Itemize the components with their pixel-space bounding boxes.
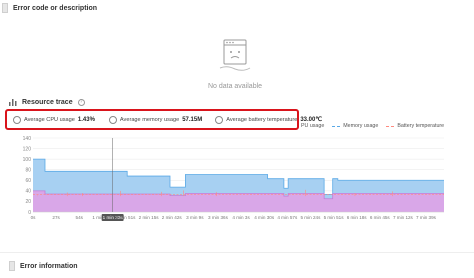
avg-memory-value: 57.15M (182, 116, 203, 123)
x-tick-label: 3 min 9s (186, 215, 204, 220)
average-metrics-panel: Average CPU usage 1.43% Average memory u… (5, 109, 322, 130)
x-tick-label: 5 min 51s (324, 215, 345, 220)
x-tick-label: 3 min 36s (208, 215, 229, 220)
x-tick-label: 6 min 45s (370, 215, 391, 220)
legend-item-memory[interactable]: Memory usage (332, 123, 378, 129)
error-code-section-header: Error code or description (2, 3, 97, 13)
x-tick-label: 0s (31, 215, 37, 220)
resource-trace-chart[interactable]: 0204060801001201400s27s54s1 min 21s1 min… (0, 134, 474, 230)
y-tick-label: 20 (25, 199, 31, 205)
x-tick-label: 1 min 51s (116, 215, 137, 220)
y-tick-label: 60 (25, 178, 31, 184)
empty-state-text: No data available (207, 83, 263, 90)
empty-state: No data available (180, 36, 290, 90)
legend-memory-swatch (332, 125, 341, 127)
memory-icon (108, 115, 117, 124)
avg-cpu-value: 1.43% (77, 116, 95, 123)
avg-cpu-metric: Average CPU usage 1.43% (13, 115, 95, 124)
x-tick-label: 2 min 15s (139, 215, 160, 220)
x-tick-label: 2 min 42s (162, 215, 183, 220)
cpu-icon (13, 115, 21, 124)
x-tick-label: 4 min 57s (277, 215, 298, 220)
avg-battery-label: Average battery temperature (226, 116, 298, 123)
x-tick-label: 27s (52, 215, 60, 220)
x-tick-label: 7 min 12s (393, 215, 414, 220)
y-tick-label: 140 (23, 136, 32, 142)
y-tick-label: 40 (25, 189, 31, 195)
legend-battery-swatch (386, 125, 395, 127)
error-code-title: Error code or description (13, 4, 98, 12)
info-icon[interactable]: ? (77, 98, 85, 106)
legend-cpu-label: PU usage (301, 123, 325, 129)
y-tick-label: 120 (23, 146, 32, 152)
y-tick-label: 100 (23, 157, 32, 163)
bar-chart-icon (9, 99, 17, 106)
empty-box-icon (219, 39, 251, 71)
avg-battery-value: 33.00℃ (300, 117, 323, 123)
y-tick-label: 80 (25, 168, 31, 174)
resource-trace-title: Resource trace (22, 98, 73, 106)
x-tick-label: 6 min 18s (347, 215, 368, 220)
avg-cpu-label: Average CPU usage (24, 116, 75, 123)
x-tick-label: 7 min 39s (416, 215, 437, 220)
x-tick-label: 4 min 3s (232, 215, 250, 220)
legend-battery-label: Battery temperature (397, 123, 445, 129)
x-tick-label: 54s (76, 215, 84, 220)
legend-memory-label: Memory usage (343, 123, 379, 129)
section-marker-icon (9, 261, 15, 271)
legend-item-cpu[interactable]: PU usage (301, 123, 324, 129)
x-tick-label: 4 min 30s (254, 215, 275, 220)
battery-icon (215, 115, 224, 124)
chart-legend: PU usage Memory usage Battery temperatur… (301, 123, 444, 129)
x-tick-label: 5 min 24s (300, 215, 321, 220)
section-divider (0, 252, 474, 253)
error-information-title: Error information (20, 262, 78, 270)
avg-memory-metric: Average memory usage 57.15M (108, 115, 203, 124)
avg-memory-label: Average memory usage (119, 116, 180, 123)
section-marker-icon (2, 3, 8, 13)
error-information-section-header: Error information (9, 261, 78, 271)
legend-item-battery[interactable]: Battery temperature (386, 123, 444, 129)
resource-trace-section-header: Resource trace ? (9, 98, 85, 106)
